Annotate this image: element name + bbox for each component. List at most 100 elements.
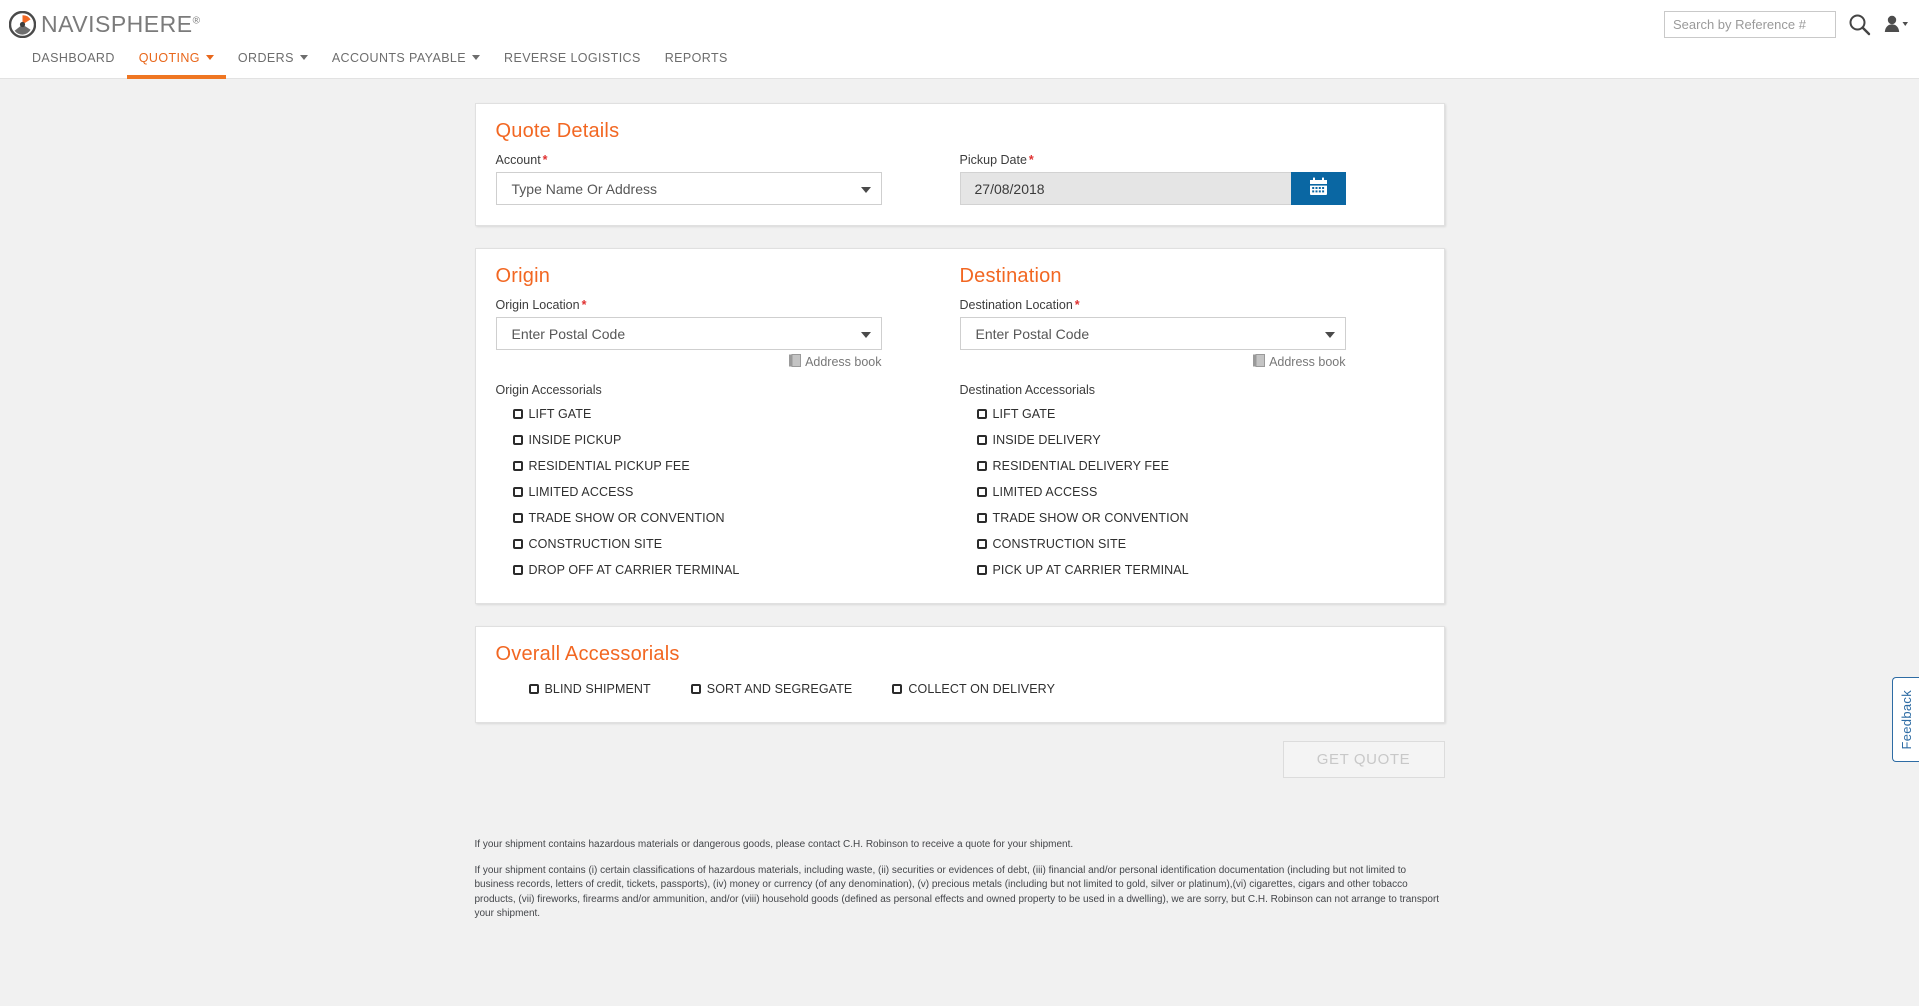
nav-item-reverse-logistics[interactable]: REVERSE LOGISTICS <box>492 48 653 79</box>
origin-location-select[interactable]: Enter Postal Code <box>495 317 882 350</box>
nav-label: ORDERS <box>237 51 294 65</box>
get-quote-button[interactable]: GET QUOTE <box>1282 741 1445 778</box>
checkbox-icon[interactable] <box>512 565 523 575</box>
origin-destination-panel: Origin Origin Location * Enter Postal Cod… <box>474 248 1445 604</box>
origin-accessorial-lift-gate[interactable]: LIFT GATE <box>512 401 882 427</box>
accessorial-label: RESIDENTIAL DELIVERY FEE <box>992 459 1170 473</box>
checkbox-icon[interactable] <box>528 684 539 694</box>
main-nav: DASHBOARD QUOTING ORDERS ACCOUNTS PAYABL… <box>0 48 1919 79</box>
search-input[interactable] <box>1664 10 1836 38</box>
destination-accessorial-residential-delivery-fee[interactable]: RESIDENTIAL DELIVERY FEE <box>976 453 1346 479</box>
origin-address-book-link[interactable]: Address book <box>496 354 882 370</box>
user-avatar-icon[interactable] <box>1883 14 1909 34</box>
destination-location-label: Destination Location * <box>959 298 1080 312</box>
chevron-down-icon <box>1324 331 1335 338</box>
destination-accessorial-lift-gate[interactable]: LIFT GATE <box>976 401 1346 427</box>
footer-paragraph-1: If your shipment contains hazardous mate… <box>474 839 1074 850</box>
nav-label: QUOTING <box>138 51 200 65</box>
origin-accessorial-drop-off-terminal[interactable]: DROP OFF AT CARRIER TERMINAL <box>512 557 882 583</box>
address-book-icon <box>789 354 802 370</box>
origin-accessorial-residential-pickup-fee[interactable]: RESIDENTIAL PICKUP FEE <box>512 453 882 479</box>
chevron-down-icon <box>205 55 214 60</box>
required-marker: * <box>1074 298 1080 312</box>
footer-disclaimer: If your shipment contains hazardous mate… <box>475 838 1445 922</box>
feedback-label: Feedback <box>1898 689 1914 750</box>
calendar-icon <box>1309 177 1328 201</box>
destination-accessorials-label: Destination Accessorials <box>959 383 1095 397</box>
accessorial-label: INSIDE DELIVERY <box>992 433 1101 447</box>
overall-accessorial-blind-shipment[interactable]: BLIND SHIPMENT <box>528 676 651 702</box>
origin-location-label: Origin Location * <box>495 298 587 312</box>
nav-item-reports[interactable]: REPORTS <box>653 48 740 79</box>
calendar-button[interactable] <box>1290 172 1346 205</box>
checkbox-icon[interactable] <box>690 684 701 694</box>
navisphere-logo-text: NAVISPHERE® <box>41 10 201 37</box>
origin-accessorials-label: Origin Accessorials <box>495 383 602 397</box>
pickup-date-input[interactable] <box>959 172 1291 205</box>
checkbox-icon[interactable] <box>976 409 987 419</box>
get-quote-row: GET QUOTE <box>475 741 1445 778</box>
checkbox-icon[interactable] <box>976 539 987 549</box>
accessorial-label: SORT AND SEGREGATE <box>706 682 853 696</box>
destination-accessorial-inside-delivery[interactable]: INSIDE DELIVERY <box>976 427 1346 453</box>
origin-accessorial-limited-access[interactable]: LIMITED ACCESS <box>512 479 882 505</box>
destination-accessorials-list: LIFT GATE INSIDE DELIVERY RESIDENTIAL DE… <box>960 401 1346 583</box>
origin-accessorial-construction-site[interactable]: CONSTRUCTION SITE <box>512 531 882 557</box>
account-label: Account * <box>495 153 548 167</box>
account-select[interactable]: Type Name Or Address <box>495 172 882 205</box>
address-book-icon <box>1253 354 1266 370</box>
search-icon[interactable] <box>1848 13 1871 36</box>
checkbox-icon[interactable] <box>512 409 523 419</box>
destination-accessorial-pick-up-terminal[interactable]: PICK UP AT CARRIER TERMINAL <box>976 557 1346 583</box>
accessorial-label: INSIDE PICKUP <box>528 433 622 447</box>
accessorial-label: LIFT GATE <box>992 407 1056 421</box>
checkbox-icon[interactable] <box>976 565 987 575</box>
chevron-down-icon <box>860 186 871 193</box>
accessorial-label: BLIND SHIPMENT <box>544 682 651 696</box>
checkbox-icon[interactable] <box>892 684 903 694</box>
nav-label: DASHBOARD <box>32 51 115 65</box>
pickup-date-field-group: Pickup Date * <box>959 153 1346 205</box>
accessorial-label: DROP OFF AT CARRIER TERMINAL <box>528 563 740 577</box>
overall-accessorials-title: Overall Accessorials <box>495 643 680 665</box>
feedback-tab[interactable]: Feedback <box>1892 677 1919 762</box>
nav-item-accounts-payable[interactable]: ACCOUNTS PAYABLE <box>320 48 492 79</box>
nav-item-orders[interactable]: ORDERS <box>226 48 320 79</box>
quote-details-row: Account * Type Name Or Address Pickup Dat… <box>495 153 1424 205</box>
origin-accessorial-trade-show[interactable]: TRADE SHOW OR CONVENTION <box>512 505 882 531</box>
checkbox-icon[interactable] <box>512 487 523 497</box>
nav-item-dashboard[interactable]: DASHBOARD <box>20 48 127 79</box>
origin-title: Origin <box>495 265 551 287</box>
navisphere-logo[interactable]: NAVISPHERE® <box>0 10 201 38</box>
accessorial-label: LIMITED ACCESS <box>528 485 634 499</box>
destination-title: Destination <box>959 265 1062 287</box>
accessorial-label: LIFT GATE <box>528 407 592 421</box>
destination-accessorial-limited-access[interactable]: LIMITED ACCESS <box>976 479 1346 505</box>
nav-item-quoting[interactable]: QUOTING <box>126 48 227 79</box>
accessorial-label: CONSTRUCTION SITE <box>528 537 663 551</box>
checkbox-icon[interactable] <box>976 461 987 471</box>
checkbox-icon[interactable] <box>512 435 523 445</box>
checkbox-icon[interactable] <box>976 487 987 497</box>
destination-address-book-link[interactable]: Address book <box>960 354 1346 370</box>
accessorial-label: TRADE SHOW OR CONVENTION <box>528 511 725 525</box>
account-field-group: Account * Type Name Or Address <box>495 153 882 205</box>
destination-location-select[interactable]: Enter Postal Code <box>959 317 1346 350</box>
page-body: Quote Details Account * Type Name Or Addr… <box>0 79 1919 1005</box>
checkbox-icon[interactable] <box>512 539 523 549</box>
chevron-down-icon <box>299 55 308 60</box>
checkbox-icon[interactable] <box>976 513 987 523</box>
origin-accessorials-list: LIFT GATE INSIDE PICKUP RESIDENTIAL PICK… <box>496 401 882 583</box>
destination-accessorial-trade-show[interactable]: TRADE SHOW OR CONVENTION <box>976 505 1346 531</box>
checkbox-icon[interactable] <box>976 435 987 445</box>
overall-accessorial-collect-on-delivery[interactable]: COLLECT ON DELIVERY <box>892 676 1055 702</box>
destination-accessorial-construction-site[interactable]: CONSTRUCTION SITE <box>976 531 1346 557</box>
nav-label: ACCOUNTS PAYABLE <box>331 51 467 65</box>
overall-accessorial-sort-and-segregate[interactable]: SORT AND SEGREGATE <box>690 676 853 702</box>
chevron-down-icon <box>860 331 871 338</box>
origin-accessorial-inside-pickup[interactable]: INSIDE PICKUP <box>512 427 882 453</box>
checkbox-icon[interactable] <box>512 461 523 471</box>
origin-location-value: Enter Postal Code <box>511 325 626 342</box>
checkbox-icon[interactable] <box>512 513 523 523</box>
quote-details-title: Quote Details <box>495 120 620 142</box>
